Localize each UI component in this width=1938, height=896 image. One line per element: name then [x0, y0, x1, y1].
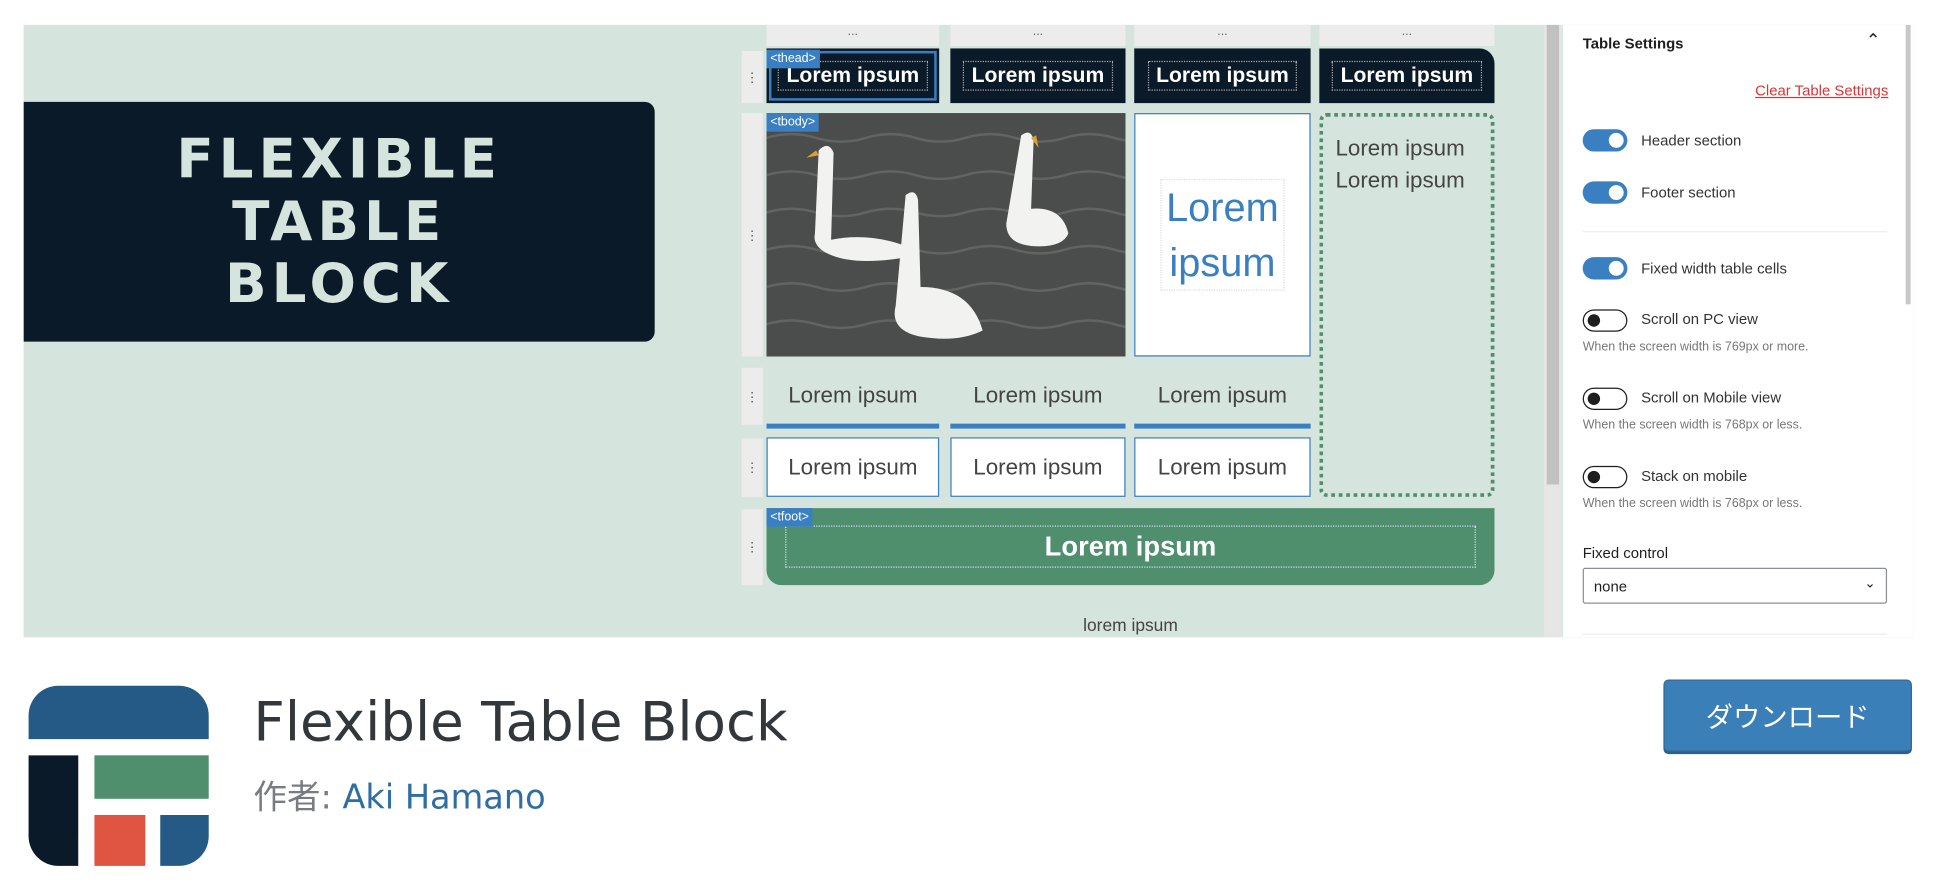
sidebar-scrollbar[interactable]	[1905, 24, 1911, 305]
hero-line: FLEXIBLE	[176, 127, 502, 192]
big-cell-text: Lorem ipsum	[1160, 178, 1285, 291]
table-caption: lorem ipsum	[1083, 614, 1178, 635]
header-cell[interactable]: Lorem ipsum	[950, 48, 1126, 104]
body-cell[interactable]: Lorem ipsum	[766, 368, 940, 429]
row-handle[interactable]: ⋮	[741, 113, 763, 357]
row-handle[interactable]: ⋮	[741, 438, 763, 497]
header-cell-text: Lorem ipsum	[1331, 60, 1482, 91]
cell-line: Lorem ipsum	[1335, 135, 1465, 161]
thead-tag: <thead>	[766, 49, 820, 69]
body-cell[interactable]: Lorem ipsum	[950, 437, 1126, 497]
chevron-down-icon: ⌄	[1864, 576, 1876, 592]
column-menu[interactable]: ...	[1319, 24, 1495, 46]
big-text-cell[interactable]: Lorem ipsum	[1134, 113, 1311, 357]
download-button[interactable]: ダウンロード	[1663, 679, 1912, 752]
cell-text: Lorem ipsum	[788, 382, 918, 408]
cell-text: Lorem ipsum	[788, 454, 918, 479]
toggle-label: Stack on mobile	[1641, 467, 1748, 485]
banner-hero: FLEXIBLE TABLE BLOCK	[23, 101, 655, 342]
row-handle[interactable]: ⋮	[741, 50, 763, 104]
cell-line: Lorem ipsum	[1335, 167, 1465, 193]
toggle-label: Header section	[1641, 131, 1742, 150]
cell-text: Lorem ipsum	[973, 382, 1103, 408]
body-cell[interactable]: Lorem ipsum	[950, 368, 1126, 429]
footer-section-toggle[interactable]	[1582, 181, 1628, 204]
body-cell[interactable]: Lorem ipsum	[1134, 437, 1311, 497]
row-handle[interactable]: ⋮	[741, 367, 763, 425]
column-menu[interactable]: ...	[766, 24, 940, 46]
fixed-control-label: Fixed control	[1582, 544, 1669, 562]
toggle-label: Footer section	[1641, 183, 1736, 202]
tfoot-tag: <tfoot>	[766, 508, 813, 527]
header-cell[interactable]: Lorem ipsum	[1134, 48, 1311, 104]
editor-scrollbar[interactable]	[1544, 24, 1562, 638]
divider	[1582, 231, 1888, 233]
plugin-icon	[28, 685, 209, 866]
column-menu[interactable]: ...	[950, 24, 1126, 46]
toggle-label: Scroll on Mobile view	[1641, 388, 1782, 407]
clear-settings-link[interactable]: Clear Table Settings	[1755, 82, 1888, 99]
body-cell[interactable]: Lorem ipsum	[766, 437, 940, 497]
merged-cell[interactable]: Lorem ipsum Lorem ipsum	[1319, 113, 1495, 497]
header-cell[interactable]: Lorem ipsum	[1319, 48, 1495, 104]
author-link[interactable]: Aki Hamano	[342, 779, 545, 818]
toggle-label: Fixed width table cells	[1641, 259, 1787, 278]
footer-cell[interactable]: Lorem ipsum	[766, 508, 1495, 586]
scroll-mobile-toggle[interactable]	[1582, 387, 1628, 410]
column-menu[interactable]: ...	[1134, 24, 1311, 46]
fixed-width-toggle[interactable]	[1582, 257, 1628, 280]
scroll-pc-toggle[interactable]	[1582, 309, 1628, 332]
plugin-banner: FLEXIBLE TABLE BLOCK ... ... ... ... ⋮ ⋮…	[23, 24, 1914, 638]
fixed-control-select[interactable]: none ⌄	[1582, 567, 1888, 604]
help-text: When the screen width is 768px or less.	[1582, 418, 1803, 433]
author-prefix: 作者:	[253, 778, 343, 818]
hero-line: BLOCK	[224, 252, 454, 316]
toggle-label: Scroll on PC view	[1641, 310, 1758, 328]
swans-image	[766, 113, 1126, 357]
stack-mobile-toggle[interactable]	[1582, 465, 1628, 489]
cell-text: Lorem ipsum	[1157, 454, 1288, 479]
select-value: none	[1593, 577, 1628, 596]
help-text: When the screen width is 769px or more.	[1582, 340, 1809, 355]
chevron-up-icon[interactable]: ⌃	[1866, 30, 1881, 51]
settings-sidebar: Table Settings ⌃ Clear Table Settings He…	[1562, 24, 1914, 638]
divider	[1582, 633, 1888, 635]
header-cell-text: Lorem ipsum	[962, 60, 1113, 91]
tbody-tag: <tbody>	[766, 113, 819, 132]
header-cell-text: Lorem ipsum	[1147, 60, 1298, 91]
settings-title: Table Settings	[1582, 34, 1684, 53]
row-handle[interactable]: ⋮	[741, 509, 763, 586]
header-section-toggle[interactable]	[1582, 129, 1628, 152]
help-text: When the screen width is 768px or less.	[1582, 496, 1803, 511]
footer-cell-text: Lorem ipsum	[785, 525, 1476, 568]
plugin-author: 作者: Aki Hamano	[253, 770, 545, 818]
body-cell[interactable]: Lorem ipsum	[1134, 368, 1311, 429]
cell-text: Lorem ipsum	[973, 454, 1103, 479]
plugin-title: Flexible Table Block	[253, 690, 788, 755]
cell-text: Lorem ipsum	[1157, 382, 1288, 408]
hero-line: TABLE	[232, 190, 447, 254]
